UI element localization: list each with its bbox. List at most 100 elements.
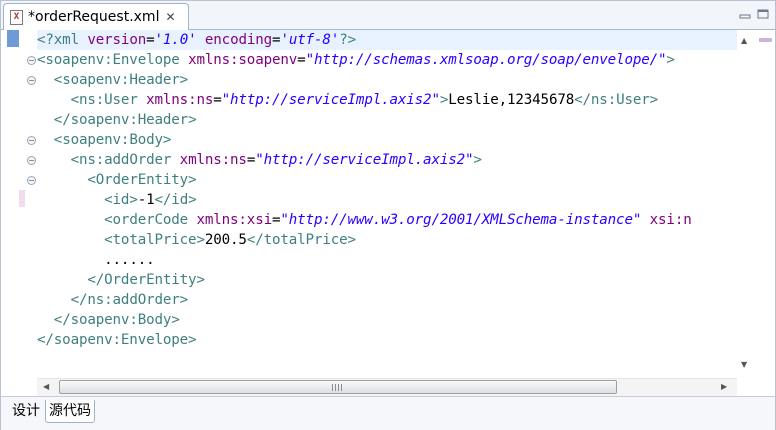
code-token: </ns:User> [574, 92, 659, 108]
tab-design[interactable]: 设计 [9, 400, 43, 422]
fold-toggle-icon[interactable]: − [27, 176, 36, 185]
code-token: <totalPrice> [104, 232, 205, 248]
code-token: ?> [339, 32, 356, 48]
code-line[interactable]: </soapenv:Body> [37, 310, 180, 330]
current-line-marker [7, 30, 19, 47]
code-token: "http://www.w3.org/2001/XMLSchema-instan… [280, 212, 642, 228]
code-token: 200.5 [204, 232, 247, 248]
code-line[interactable]: <OrderEntity> [37, 170, 196, 190]
code-line[interactable]: <soapenv:Envelope xmlns:soapenv="http://… [37, 50, 675, 70]
editor-window: X *orderRequest.xml ✕ − − − − − <?xml versio… [0, 0, 776, 430]
scroll-up-arrow-icon[interactable]: ▲ [741, 36, 747, 45]
tab-source[interactable]: 源代码 [45, 400, 95, 423]
code-token: -1 [137, 192, 155, 208]
change-marker [19, 190, 25, 207]
overview-ruler[interactable] [756, 30, 775, 378]
code-token: 'utf-8' [280, 32, 340, 48]
code-line[interactable]: </ns:addOrder> [37, 290, 189, 310]
code-line[interactable]: </OrderEntity> [37, 270, 205, 290]
code-token: "http://serviceImpl.axis2" [255, 152, 474, 168]
code-token: = [246, 152, 256, 168]
code-token: '1.0' [154, 32, 197, 48]
code-token: </soapenv:Body> [53, 312, 180, 328]
minimize-icon[interactable] [739, 9, 751, 19]
code-token: = [146, 32, 155, 48]
code-line[interactable]: <totalPrice>200.5</totalPrice> [37, 230, 356, 250]
fold-toggle-icon[interactable]: − [27, 136, 36, 145]
code-token: </soapenv:Header> [53, 112, 197, 128]
editor-tab-orderrequest[interactable]: X *orderRequest.xml ✕ [3, 3, 189, 30]
code-line[interactable]: <soapenv:Header> [37, 70, 188, 90]
code-token: <soapenv:Envelope [37, 52, 189, 68]
code-token: xmlns:ns [179, 152, 247, 168]
scroll-left-arrow-icon[interactable]: ◀ [43, 382, 49, 391]
code-token: Leslie,12345678 [448, 92, 575, 108]
fold-toggle-icon[interactable]: − [27, 156, 36, 165]
xml-file-icon: X [10, 9, 23, 25]
code-token: </totalPrice> [246, 232, 356, 248]
code-token: <soapenv:Header> [53, 72, 189, 88]
editor-tab-title: *orderRequest.xml [28, 9, 160, 25]
editor-mode-tabs: 设计 源代码 [1, 396, 775, 430]
code-token: <id> [104, 192, 138, 208]
code-token: <orderCode [104, 212, 197, 228]
code-token: > [439, 92, 449, 108]
code-token: </soapenv:Envelope> [37, 332, 197, 348]
code-line[interactable]: </soapenv:Header> [37, 110, 197, 130]
code-token: <ns:addOrder [70, 152, 180, 168]
code-token: <OrderEntity> [87, 172, 197, 188]
code-line[interactable]: <ns:User xmlns:ns="http://serviceImpl.ax… [37, 90, 659, 110]
code-line[interactable]: <?xml version='1.0' encoding='utf-8'?> [37, 30, 737, 50]
code-line[interactable]: </soapenv:Envelope> [37, 330, 197, 350]
code-token: <soapenv:Body> [53, 132, 172, 148]
code-token: <?xml [37, 32, 88, 48]
overview-marker[interactable] [759, 38, 772, 42]
code-token: = [213, 92, 222, 108]
code-line[interactable]: <orderCode xmlns:xsi="http://www.w3.org/… [37, 210, 692, 230]
maximize-icon[interactable] [757, 9, 769, 19]
horizontal-scrollbar[interactable]: ◀ ▶ [37, 378, 737, 396]
code-token: = [297, 52, 306, 68]
scroll-down-arrow-icon[interactable]: ▼ [741, 360, 747, 369]
code-token: encoding [204, 32, 273, 48]
grip-icon [332, 384, 342, 391]
code-token: > [666, 52, 675, 68]
vertical-scrollbar[interactable]: ▲ ▼ [737, 30, 753, 378]
code-token: <ns:User [70, 92, 147, 108]
code-line[interactable]: <ns:addOrder xmlns:ns="http://serviceImp… [37, 150, 482, 170]
code-token: xmlns:soapenv [188, 52, 298, 68]
code-token: "http://schemas.xmlsoap.org/soap/envelop… [305, 52, 667, 68]
scroll-right-arrow-icon[interactable]: ▶ [721, 382, 727, 391]
xml-source-editor[interactable]: <?xml version='1.0' encoding='utf-8'?> <s… [37, 30, 737, 378]
code-token: ...... [104, 252, 155, 268]
code-token: xsi:n [649, 212, 692, 228]
code-line[interactable]: ...... [37, 250, 155, 270]
code-line[interactable]: <id>-1</id> [37, 190, 196, 210]
code-token: </ns:addOrder> [70, 292, 189, 308]
close-icon[interactable]: ✕ [165, 10, 175, 24]
editor-gutter: − − − − − [1, 30, 37, 378]
code-token: version [87, 32, 147, 48]
fold-toggle-icon[interactable]: − [27, 76, 36, 85]
fold-toggle-icon[interactable]: − [27, 56, 36, 65]
horizontal-scroll-thumb[interactable] [59, 380, 617, 394]
code-token: xmlns:ns [146, 92, 214, 108]
code-line[interactable]: <soapenv:Body> [37, 130, 172, 150]
code-token: xmlns:xsi [196, 212, 272, 228]
editor-tab-bar: X *orderRequest.xml ✕ [1, 1, 775, 30]
